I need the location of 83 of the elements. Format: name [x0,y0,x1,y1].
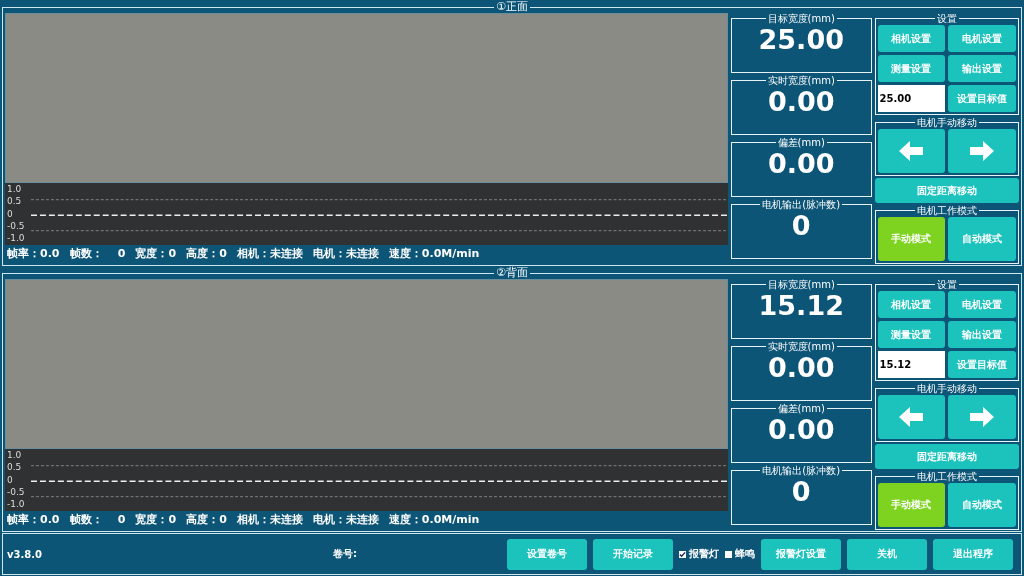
readout-label: 目标宽度(mm) [766,279,836,290]
readout-label: 实时宽度(mm) [766,75,836,86]
checkbox-label: 报警灯 [689,547,719,561]
readout-label: 偏差(mm) [776,403,826,414]
footer-button[interactable]: 报警灯设置 [761,538,841,570]
left-arrow-icon [899,141,924,161]
roll-number-label: 卷号: [333,547,358,561]
group-title: 设置 [935,13,958,24]
settings-button[interactable]: 电机设置 [948,291,1016,318]
group-title: 电机工作模式 [915,471,978,482]
target-input[interactable]: 25.00 [877,85,946,112]
readout-value: 25.00 [758,24,844,56]
footer-button[interactable]: 退出程序 [933,538,1013,570]
status-text: 相机：未连接 [236,512,303,527]
left-arrow-icon [899,407,924,427]
group-title: 电机工作模式 [915,205,978,216]
mode-button[interactable]: 自动模式 [948,483,1016,527]
settings-button[interactable]: 输出设置 [948,55,1016,82]
left-arrow-button[interactable] [877,129,946,173]
fixed-move-button[interactable]: 固定距离移动 [874,178,1019,203]
axis-tick-label: 0.5 [7,196,23,208]
readout-label: 偏差(mm) [776,137,826,148]
axis-tick-label: -0.5 [7,220,26,232]
status-text: 电机：未连接 [312,512,379,527]
status-text: 速度：0.0M/min [388,246,480,261]
footer-button[interactable]: 关机 [847,538,927,570]
status-text: 速度：0.0M/min [388,512,480,527]
group-title: 电机手动移动 [915,117,978,128]
status-text: 帧率：0.0 [7,512,60,527]
settings-button[interactable]: 测量设置 [877,321,946,348]
panel-title: ②背面 [495,267,529,279]
readout-label: 目标宽度(mm) [766,13,836,24]
axis-tick-label: -1.0 [7,233,26,244]
axis-tick-label: -0.5 [7,486,26,498]
status-text: 电机：未连接 [312,246,379,261]
fixed-move-button[interactable]: 固定距离移动 [874,444,1019,469]
settings-button[interactable]: 输出设置 [948,321,1016,348]
status-text: 宽度：0 [135,512,177,527]
readout-label: 电机输出(脉冲数) [761,465,842,476]
panel-title: ①正面 [495,1,529,13]
readout-label: 电机输出(脉冲数) [761,199,842,210]
status-text: 帧数： 0 [69,512,126,527]
axis-tick-label: -1.0 [7,499,26,510]
settings-button[interactable]: 电机设置 [948,25,1016,52]
checkbox-label: 蜂鸣 [735,547,755,561]
group-title: 设置 [935,279,958,290]
readout-value: 0 [791,210,811,242]
mode-button[interactable]: 手动模式 [877,483,946,527]
readout-value: 0.00 [767,352,835,384]
left-arrow-button[interactable] [877,395,946,439]
version-text: v3.8.0 [7,548,43,560]
set-target-button[interactable]: 设置目标值 [948,351,1016,378]
readout-label: 实时宽度(mm) [766,341,836,352]
footer-button[interactable]: 开始记录 [593,538,673,570]
axis-tick-label: 0.5 [7,462,23,474]
group-title: 电机手动移动 [915,383,978,394]
axis-tick-label: 0 [7,208,14,220]
checkbox[interactable] [725,550,732,558]
axis-tick-label: 1.0 [7,450,23,461]
status-text: 帧率：0.0 [7,246,60,261]
axis-tick-label: 0 [7,474,14,486]
readout-value: 0.00 [767,414,835,446]
readout-value: 0.00 [767,148,835,180]
settings-button[interactable]: 相机设置 [877,291,946,318]
mode-button[interactable]: 手动模式 [877,217,946,261]
status-text: 宽度：0 [135,246,177,261]
readout-value: 15.12 [758,290,844,322]
status-text: 相机：未连接 [236,246,303,261]
readout-value: 0.00 [767,86,835,118]
readout-value: 0 [791,476,811,508]
mode-button[interactable]: 自动模式 [948,217,1016,261]
set-target-button[interactable]: 设置目标值 [948,85,1016,112]
right-arrow-icon [970,407,995,427]
right-arrow-icon [970,141,995,161]
status-text: 高度：0 [186,246,227,261]
checkbox[interactable] [679,550,686,558]
settings-button[interactable]: 测量设置 [877,55,946,82]
settings-button[interactable]: 相机设置 [877,25,946,52]
footer-button[interactable]: 设置卷号 [507,538,587,570]
axis-tick-label: 1.0 [7,184,23,195]
status-text: 帧数： 0 [69,246,126,261]
target-input[interactable]: 15.12 [877,351,946,378]
status-text: 高度：0 [186,512,227,527]
